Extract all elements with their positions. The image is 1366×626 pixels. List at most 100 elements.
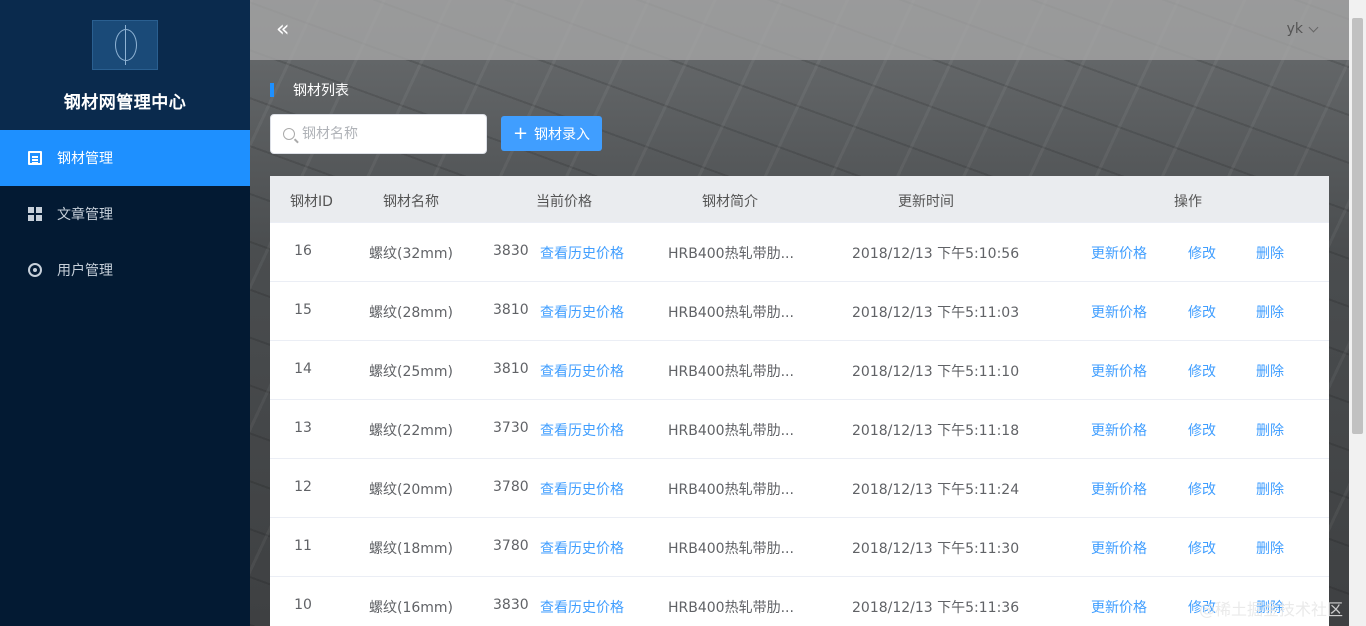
cell-id: 16: [294, 243, 312, 259]
brand: 钢材网管理中心: [0, 0, 250, 130]
cell-desc: HRB400热轧带肋...: [668, 364, 794, 380]
scrollbar-thumb[interactable]: [1352, 18, 1363, 434]
table-row: 16 螺纹(32mm) 3830 查看历史价格 HRB400热轧带肋... 2018/12…: [270, 222, 1329, 281]
cell-time: 2018/12/13 下午5:11:18: [852, 423, 1020, 439]
sidebar-item-steel[interactable]: 钢材管理: [0, 130, 250, 186]
update-price-link[interactable]: 更新价格: [1091, 361, 1147, 381]
delete-link[interactable]: 删除: [1256, 420, 1284, 440]
cell-time: 2018/12/13 下午5:11:24: [852, 482, 1020, 498]
cell-desc: HRB400热轧带肋...: [668, 541, 794, 557]
gear-icon: [28, 263, 42, 277]
cell-price: 3780: [493, 538, 529, 554]
cell-price: 3780: [493, 479, 529, 495]
cell-price: 3830: [493, 597, 529, 613]
page-header: 钢材列表: [270, 80, 349, 100]
top-bar: « yk: [250, 0, 1349, 60]
cell-id: 10: [294, 597, 312, 613]
edit-link[interactable]: 修改: [1188, 538, 1216, 558]
user-name: yk: [1286, 21, 1303, 37]
view-history-link[interactable]: 查看历史价格: [540, 243, 624, 263]
cell-desc: HRB400热轧带肋...: [668, 246, 794, 262]
delete-link[interactable]: 删除: [1256, 538, 1284, 558]
edit-link[interactable]: 修改: [1188, 479, 1216, 499]
app-title: 钢材网管理中心: [63, 93, 187, 113]
cell-desc: HRB400热轧带肋...: [668, 482, 794, 498]
view-history-link[interactable]: 查看历史价格: [540, 538, 624, 558]
view-history-link[interactable]: 查看历史价格: [540, 479, 624, 499]
cell-id: 14: [294, 361, 312, 377]
list-icon: [28, 151, 42, 165]
view-history-link[interactable]: 查看历史价格: [540, 361, 624, 381]
sidebar-item-label: 钢材管理: [57, 151, 113, 167]
cell-name: 螺纹(32mm): [368, 246, 454, 262]
update-price-link[interactable]: 更新价格: [1091, 302, 1147, 322]
user-menu[interactable]: yk: [1286, 21, 1319, 37]
sidebar-item-articles[interactable]: 文章管理: [0, 186, 250, 242]
table-row: 15 螺纹(28mm) 3810 查看历史价格 HRB400热轧带肋... 2018/12…: [270, 281, 1329, 340]
cell-name: 螺纹(20mm): [368, 482, 454, 498]
cell-id: 11: [294, 538, 312, 554]
col-header-id: 钢材ID: [290, 194, 333, 210]
cell-id: 13: [294, 420, 312, 436]
view-history-link[interactable]: 查看历史价格: [540, 420, 624, 440]
grid-icon: [28, 207, 42, 221]
collapse-sidebar-icon[interactable]: «: [276, 19, 296, 41]
table-body: 16 螺纹(32mm) 3830 查看历史价格 HRB400热轧带肋... 2018/12…: [270, 222, 1329, 626]
col-header-ops: 操作: [1174, 194, 1202, 210]
scrollbar[interactable]: [1349, 0, 1366, 626]
edit-link[interactable]: 修改: [1188, 361, 1216, 381]
search-box[interactable]: [270, 114, 487, 154]
cell-price: 3830: [493, 243, 529, 259]
chevron-down-icon: [1308, 22, 1319, 32]
update-price-link[interactable]: 更新价格: [1091, 243, 1147, 263]
cell-name: 螺纹(22mm): [368, 423, 454, 439]
cell-name: 螺纹(25mm): [368, 364, 454, 380]
cell-time: 2018/12/13 下午5:11:10: [852, 364, 1020, 380]
update-price-link[interactable]: 更新价格: [1091, 597, 1147, 617]
cell-name: 螺纹(18mm): [368, 541, 454, 557]
cell-price: 3810: [493, 361, 529, 377]
cell-time: 2018/12/13 下午5:10:56: [852, 246, 1020, 262]
update-price-link[interactable]: 更新价格: [1091, 420, 1147, 440]
edit-link[interactable]: 修改: [1188, 420, 1216, 440]
cell-time: 2018/12/13 下午5:11:03: [852, 305, 1020, 321]
search-input[interactable]: [302, 126, 472, 142]
plus-icon: +: [512, 122, 529, 144]
view-history-link[interactable]: 查看历史价格: [540, 302, 624, 322]
table-row: 10 螺纹(16mm) 3830 查看历史价格 HRB400热轧带肋... 2018/12…: [270, 576, 1329, 626]
delete-link[interactable]: 删除: [1256, 479, 1284, 499]
col-header-name: 钢材名称: [383, 194, 439, 210]
cell-desc: HRB400热轧带肋...: [668, 600, 794, 616]
sidebar-item-label: 用户管理: [57, 263, 113, 279]
cell-name: 螺纹(16mm): [368, 600, 454, 616]
main-content: « yk 钢材列表 + 钢材录入 钢材ID 钢材名称 当前价格 钢材简介 更新时…: [250, 0, 1349, 626]
page-title: 钢材列表: [293, 83, 349, 99]
cell-price: 3730: [493, 420, 529, 436]
table-row: 13 螺纹(22mm) 3730 查看历史价格 HRB400热轧带肋... 2018/12…: [270, 399, 1329, 458]
search-icon: [283, 128, 295, 140]
col-header-time: 更新时间: [898, 194, 954, 210]
steel-table: 钢材ID 钢材名称 当前价格 钢材简介 更新时间 操作 16 螺纹(32mm) 38…: [270, 176, 1329, 626]
table-header: 钢材ID 钢材名称 当前价格 钢材简介 更新时间 操作: [270, 176, 1329, 222]
update-price-link[interactable]: 更新价格: [1091, 479, 1147, 499]
watermark: @稀土掘金技术社区: [1198, 600, 1343, 619]
cell-id: 12: [294, 479, 312, 495]
title-accent-bar: [270, 83, 274, 97]
update-price-link[interactable]: 更新价格: [1091, 538, 1147, 558]
cell-desc: HRB400热轧带肋...: [668, 305, 794, 321]
delete-link[interactable]: 删除: [1256, 361, 1284, 381]
edit-link[interactable]: 修改: [1188, 302, 1216, 322]
col-header-price: 当前价格: [536, 194, 592, 210]
cell-desc: HRB400热轧带肋...: [668, 423, 794, 439]
delete-link[interactable]: 删除: [1256, 243, 1284, 263]
cell-price: 3810: [493, 302, 529, 318]
view-history-link[interactable]: 查看历史价格: [540, 597, 624, 617]
edit-link[interactable]: 修改: [1188, 243, 1216, 263]
sidebar-item-users[interactable]: 用户管理: [0, 242, 250, 298]
sidebar: 钢材网管理中心 钢材管理 文章管理 用户管理: [0, 0, 250, 626]
add-steel-button[interactable]: + 钢材录入: [501, 116, 602, 151]
delete-link[interactable]: 删除: [1256, 302, 1284, 322]
cell-time: 2018/12/13 下午5:11:36: [852, 600, 1020, 616]
cell-time: 2018/12/13 下午5:11:30: [852, 541, 1020, 557]
table-row: 14 螺纹(25mm) 3810 查看历史价格 HRB400热轧带肋... 2018/12…: [270, 340, 1329, 399]
